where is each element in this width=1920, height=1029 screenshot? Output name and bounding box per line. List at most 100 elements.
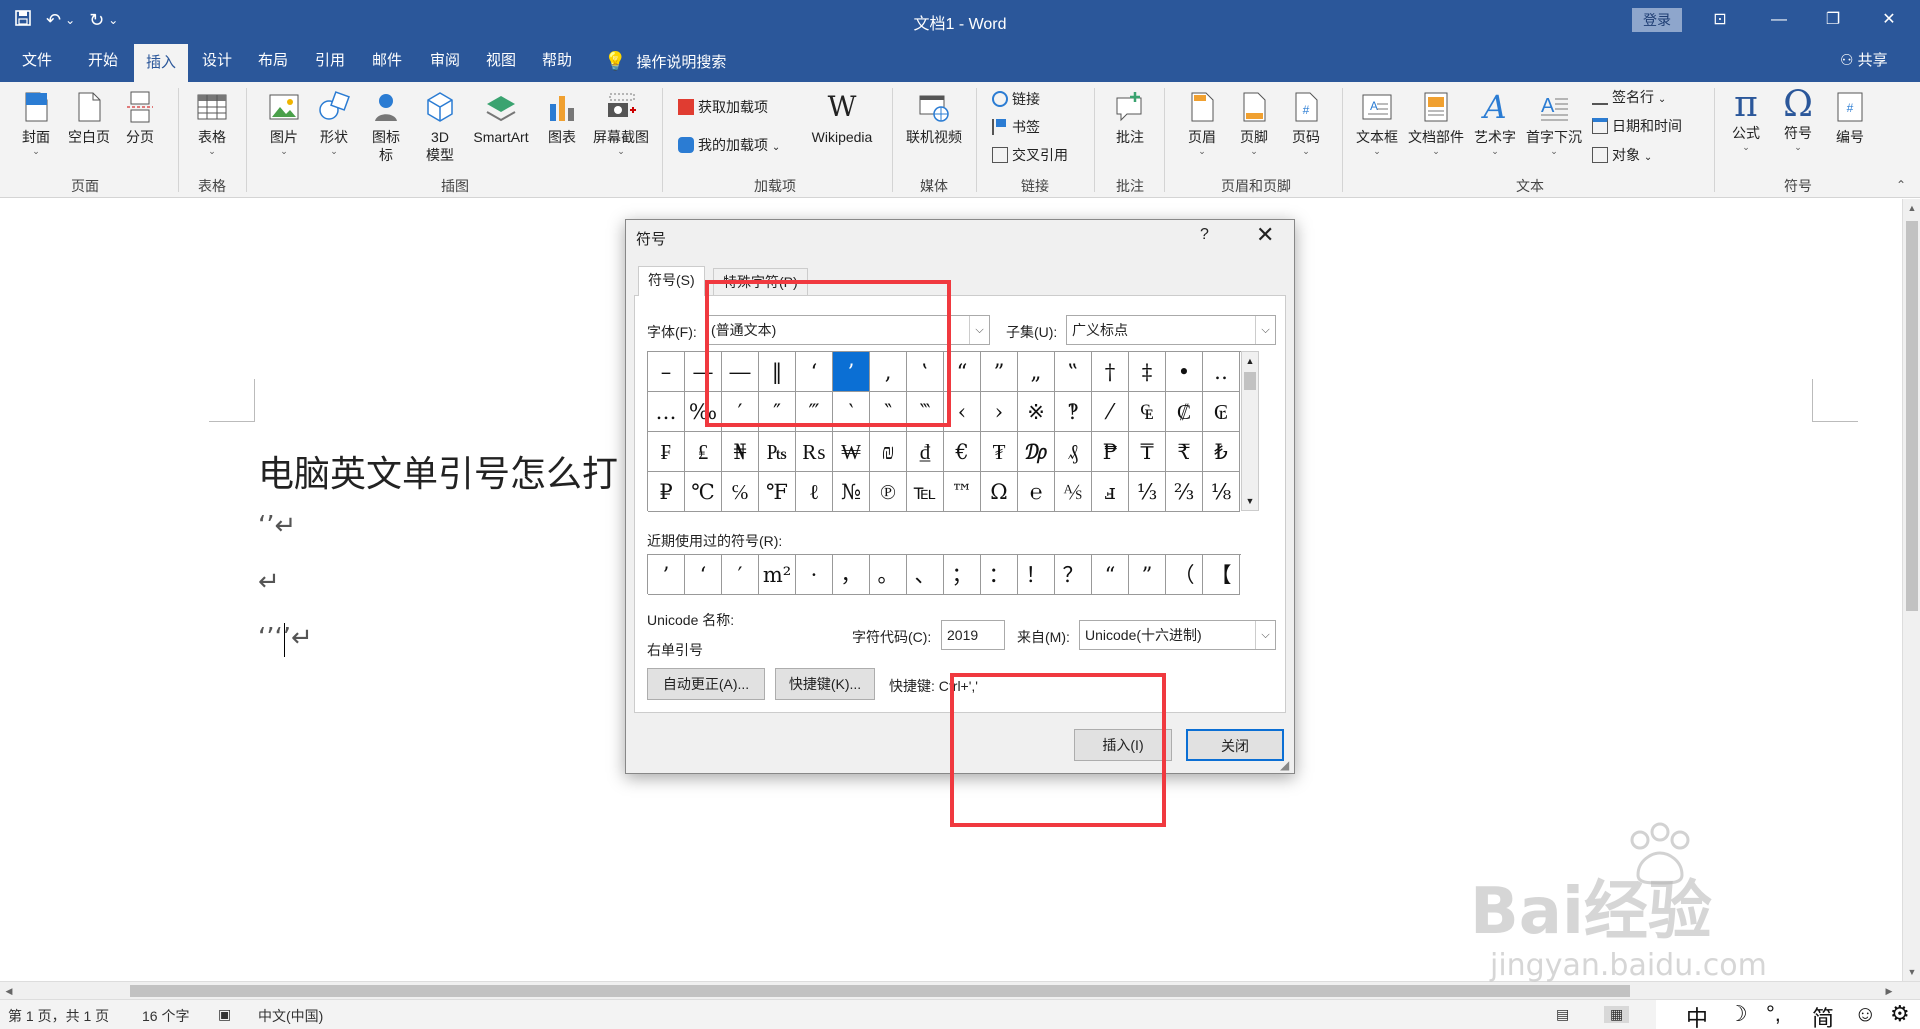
symbol-cell[interactable]: †: [1092, 352, 1129, 392]
recent-symbol-cell[interactable]: ！: [1018, 555, 1055, 595]
collapse-ribbon-icon[interactable]: ⌃: [1896, 178, 1906, 192]
chart-button[interactable]: 图表: [542, 90, 582, 146]
recent-symbol-cell[interactable]: ·: [796, 555, 833, 595]
footer-button[interactable]: 页脚 ⌄: [1232, 90, 1276, 156]
symbol-cell[interactable]: ―: [722, 352, 759, 392]
symbol-cell[interactable]: „: [1018, 352, 1055, 392]
wikipedia-button[interactable]: W Wikipedia: [802, 90, 882, 146]
recent-symbol-cell[interactable]: 。: [870, 555, 907, 595]
tab-review[interactable]: 审阅: [422, 40, 468, 82]
symbol-cell[interactable]: ₱: [1092, 432, 1129, 472]
symbol-cell[interactable]: ℮: [1018, 472, 1055, 512]
recent-symbol-cell[interactable]: ’: [648, 555, 685, 595]
scroll-up-icon[interactable]: ▲: [1903, 199, 1920, 217]
icons-button[interactable]: 图标 标: [364, 90, 408, 164]
tab-design[interactable]: 设计: [194, 40, 240, 82]
customize-qat-icon[interactable]: ⌄: [108, 13, 118, 27]
wordart-button[interactable]: A 艺术字 ⌄: [1470, 90, 1520, 156]
shapes-button[interactable]: 形状 ⌄: [312, 90, 356, 156]
symbol-cell[interactable]: ₠: [1129, 392, 1166, 432]
scroll-up-icon[interactable]: ▲: [1242, 352, 1258, 370]
punctuation-mode-icon[interactable]: °,: [1766, 1001, 1781, 1027]
scroll-right-icon[interactable]: ▶: [1880, 982, 1898, 1000]
symbol-cell[interactable]: ₧: [759, 432, 796, 472]
recent-symbol-cell[interactable]: ‘: [685, 555, 722, 595]
symbol-cell[interactable]: ₡: [1166, 392, 1203, 432]
symbol-cell[interactable]: ‚: [870, 352, 907, 392]
tab-file[interactable]: 文件: [14, 40, 60, 82]
symbol-cell[interactable]: ‶: [870, 392, 907, 432]
resize-grip-icon[interactable]: ◢: [1280, 758, 1289, 772]
symbol-cell[interactable]: •: [1166, 352, 1203, 392]
close-window-icon[interactable]: ✕: [1866, 0, 1912, 40]
symbol-cell[interactable]: ⁄: [1092, 392, 1129, 432]
symbol-cell[interactable]: ℉: [759, 472, 796, 512]
bookmark-button[interactable]: 书签: [992, 116, 1040, 138]
symbol-cell[interactable]: ₦: [722, 432, 759, 472]
smartart-button[interactable]: SmartArt: [466, 90, 536, 146]
document-line-3[interactable]: ‘’‘’↵: [258, 623, 313, 653]
page-count[interactable]: 第 1 页，共 1 页: [8, 1006, 109, 1026]
object-button[interactable]: 对象 ⌄: [1592, 144, 1652, 166]
my-addins-button[interactable]: 我的加载项 ⌄: [678, 134, 780, 156]
symbol-cell[interactable]: ₸: [1129, 432, 1166, 472]
from-select[interactable]: Unicode(十六进制) ⌵: [1079, 620, 1276, 650]
symbol-cell[interactable]: ₺: [1203, 432, 1240, 472]
vertical-scrollbar[interactable]: ▲ ▼: [1902, 199, 1920, 981]
drop-cap-button[interactable]: A 首字下沉 ⌄: [1522, 90, 1586, 156]
symbol-cell[interactable]: “: [944, 352, 981, 392]
cover-page-button[interactable]: 封面 ⌄: [14, 90, 58, 156]
vertical-scroll-thumb[interactable]: [1906, 221, 1918, 611]
login-button[interactable]: 登录: [1632, 8, 1682, 32]
tab-insert[interactable]: 插入: [134, 44, 188, 82]
language-indicator[interactable]: 中文(中国): [258, 1006, 323, 1026]
tab-home[interactable]: 开始: [80, 40, 126, 82]
tab-help[interactable]: 帮助: [534, 40, 580, 82]
symbol-cell[interactable]: ℅: [722, 472, 759, 512]
screenshot-button[interactable]: 屏幕截图 ⌄: [588, 90, 654, 156]
document-line-2[interactable]: ↵: [258, 567, 280, 597]
symbol-cell[interactable]: ₹: [1166, 432, 1203, 472]
recent-symbol-cell[interactable]: ”: [1129, 555, 1166, 595]
recent-symbol-cell[interactable]: “: [1092, 555, 1129, 595]
proofing-icon[interactable]: ▣: [218, 1006, 231, 1023]
recent-symbol-cell[interactable]: ；: [944, 555, 981, 595]
symbol-cell[interactable]: ‘: [796, 352, 833, 392]
symbol-cell[interactable]: ₣: [648, 432, 685, 472]
symbol-cell[interactable]: …: [648, 392, 685, 432]
scroll-down-icon[interactable]: ▼: [1903, 963, 1920, 981]
quick-parts-button[interactable]: 文档部件 ⌄: [1404, 90, 1468, 156]
character-code-input[interactable]: 2019: [941, 620, 1005, 650]
symbol-cell[interactable]: Ω: [981, 472, 1018, 512]
symbol-cell[interactable]: ⅔: [1166, 472, 1203, 512]
date-time-button[interactable]: 日期和时间: [1592, 115, 1682, 137]
ribbon-display-options-icon[interactable]: ⊡: [1697, 0, 1743, 40]
tab-references[interactable]: 引用: [307, 40, 353, 82]
symbol-cell[interactable]: ⅓: [1129, 472, 1166, 512]
undo-dropdown-icon[interactable]: ⌄: [65, 13, 75, 27]
symbol-cell[interactable]: ‹: [944, 392, 981, 432]
symbol-cell[interactable]: ⅎ: [1092, 472, 1129, 512]
symbol-cell[interactable]: ₩: [833, 432, 870, 472]
symbol-cell[interactable]: –: [648, 352, 685, 392]
symbol-cell[interactable]: ₯: [1018, 432, 1055, 472]
share-button[interactable]: ⚇ 共享: [1840, 40, 1888, 82]
equation-button[interactable]: π 公式 ⌄: [1724, 86, 1768, 153]
numbering-button[interactable]: # 编号: [1828, 90, 1872, 146]
word-count[interactable]: 16 个字: [142, 1006, 189, 1026]
symbol-cell[interactable]: ‖: [759, 352, 796, 392]
symbol-cell[interactable]: ℓ: [796, 472, 833, 512]
undo-icon[interactable]: ↶: [46, 10, 61, 31]
tab-layout[interactable]: 布局: [250, 40, 296, 82]
symbol-cell[interactable]: ※: [1018, 392, 1055, 432]
moon-icon[interactable]: ☽: [1728, 1001, 1748, 1027]
page-break-button[interactable]: 分页: [118, 90, 162, 146]
recent-symbol-cell[interactable]: ？: [1055, 555, 1092, 595]
symbol-cell[interactable]: ₤: [685, 432, 722, 472]
symbol-cell[interactable]: ₨: [796, 432, 833, 472]
tab-symbols[interactable]: 符号(S): [638, 266, 705, 296]
page-number-button[interactable]: # 页码 ⌄: [1284, 90, 1328, 156]
redo-icon[interactable]: ↻: [89, 10, 104, 31]
symbol-cell[interactable]: ‛: [907, 352, 944, 392]
symbol-cell[interactable]: ‽: [1055, 392, 1092, 432]
